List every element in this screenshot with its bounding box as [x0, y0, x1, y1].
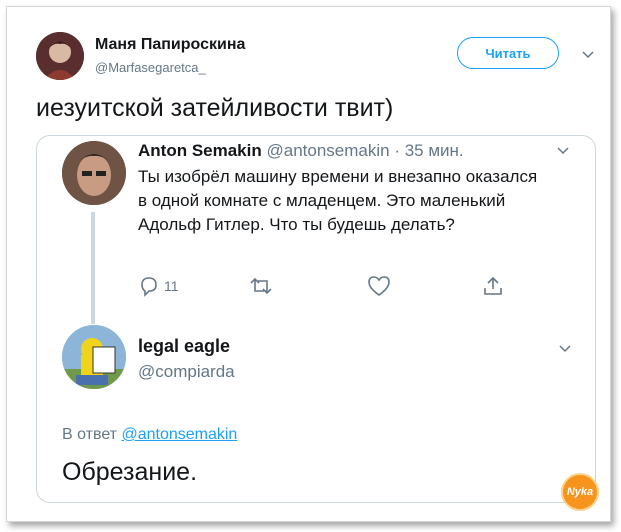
reply-icon — [141, 277, 157, 297]
author-avatar[interactable] — [36, 32, 84, 80]
author-name[interactable]: Маня Папироскина — [95, 36, 245, 54]
like-icon — [368, 276, 390, 296]
share-action[interactable] — [482, 274, 504, 298]
thread-line — [91, 212, 95, 324]
second-reply-name[interactable]: legal eagle — [138, 336, 230, 357]
second-reply-text: Обрезание. — [62, 458, 198, 486]
author-handle[interactable]: @Marfasegaretca_ — [95, 60, 206, 75]
first-reply-time[interactable]: · 35 мин. — [394, 141, 463, 160]
watermark-text: Nyka — [566, 486, 594, 498]
first-reply-text: Ты изобрёл машину времени и внезапно ока… — [138, 167, 538, 234]
first-reply-name[interactable]: Anton Semakin — [138, 141, 262, 160]
reply-to-prefix: В ответ — [62, 426, 118, 443]
like-action[interactable] — [367, 274, 391, 298]
second-reply-handle[interactable]: @compiarda — [138, 362, 235, 382]
chevron-down-icon[interactable] — [558, 342, 572, 356]
second-reply-avatar[interactable] — [62, 325, 126, 389]
reply-to-line: В ответ @antonsemakin — [62, 426, 237, 444]
reply-to-link[interactable]: @antonsemakin — [121, 426, 237, 443]
first-reply-avatar[interactable] — [62, 141, 126, 205]
tweet-text: иезуитской затейливости твит) — [36, 94, 394, 122]
share-icon — [484, 276, 502, 295]
chevron-down-icon[interactable] — [556, 144, 570, 158]
first-reply-handle[interactable]: @antonsemakin — [266, 141, 389, 160]
chevron-down-icon[interactable] — [581, 48, 595, 62]
reply-count: 11 — [164, 278, 179, 294]
first-reply-header: Anton Semakin @antonsemakin · 35 мин. — [138, 141, 464, 161]
watermark-logo: Nyka — [561, 473, 599, 511]
follow-button[interactable]: Читать — [457, 37, 559, 69]
retweet-icon — [250, 277, 272, 295]
retweet-action[interactable] — [248, 274, 274, 298]
reply-action[interactable]: 11 — [138, 274, 179, 298]
